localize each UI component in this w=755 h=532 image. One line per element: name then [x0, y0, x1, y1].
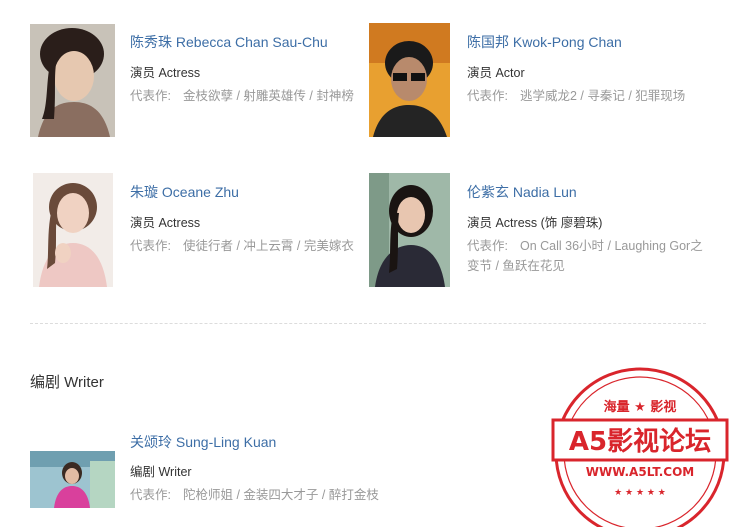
watermark-stars-icon: ★ ★ ★ ★ ★ [614, 488, 666, 498]
section-divider [30, 323, 706, 324]
person-photo[interactable] [33, 173, 113, 287]
person-role: 演员 Actor [467, 66, 525, 80]
person-name[interactable]: 朱璇 Oceane Zhu [130, 182, 239, 202]
watermark-url: WWW.A5LT.COM [586, 465, 694, 479]
person-name[interactable]: 陈秀珠 Rebecca Chan Sau-Chu [130, 32, 328, 52]
person-photo[interactable] [30, 24, 115, 137]
works-label: 代表作: [130, 488, 171, 502]
person-role: 编剧 Writer [130, 465, 192, 479]
person-role: 演员 Actress [130, 216, 201, 230]
works-list[interactable]: 金枝欲孽 / 射雕英雄传 / 封神榜 [183, 89, 354, 103]
person-photo[interactable] [369, 173, 450, 287]
works-label: 代表作: [130, 89, 171, 103]
person-name[interactable]: 关颂玲 Sung-Ling Kuan [130, 432, 276, 452]
watermark-banner: A5影视论坛 [569, 427, 711, 457]
works-list[interactable]: 逃学威龙2 / 寻秦记 / 犯罪现场 [520, 89, 685, 103]
works-list[interactable]: 使徒行者 / 冲上云霄 / 完美嫁衣 [183, 239, 354, 253]
person-photo[interactable] [369, 23, 450, 137]
works-label: 代表作: [130, 239, 171, 253]
person-role: 演员 Actress (饰 廖碧珠) [467, 216, 603, 230]
works-label: 代表作: [467, 89, 508, 103]
person-role: 演员 Actress [130, 66, 201, 80]
works-label: 代表作: [467, 239, 508, 253]
watermark-top-text: 海量 ★ 影视 [604, 399, 677, 415]
section-title-writer: 编剧 Writer [30, 374, 104, 391]
person-works: 代表作: On Call 36小时 / Laughing Gor之变节 / 鱼跃在… [467, 236, 707, 278]
person-works: 代表作: 陀枪师姐 / 金装四大才子 / 醉打金枝 [130, 485, 430, 505]
person-name[interactable]: 陈国邦 Kwok-Pong Chan [467, 32, 622, 52]
person-works: 代表作: 金枝欲孽 / 射雕英雄传 / 封神榜 [130, 86, 368, 106]
watermark-stamp: 海量 ★ 影视 A5影视论坛 WWW.A5LT.COM ★ ★ ★ ★ ★ [551, 367, 729, 532]
person-photo[interactable] [30, 451, 115, 508]
person-works: 代表作: 使徒行者 / 冲上云霄 / 完美嫁衣 [130, 236, 368, 256]
person-name[interactable]: 伦紫玄 Nadia Lun [467, 182, 577, 202]
works-list[interactable]: 陀枪师姐 / 金装四大才子 / 醉打金枝 [183, 488, 379, 502]
person-works: 代表作: 逃学威龙2 / 寻秦记 / 犯罪现场 [467, 86, 707, 106]
